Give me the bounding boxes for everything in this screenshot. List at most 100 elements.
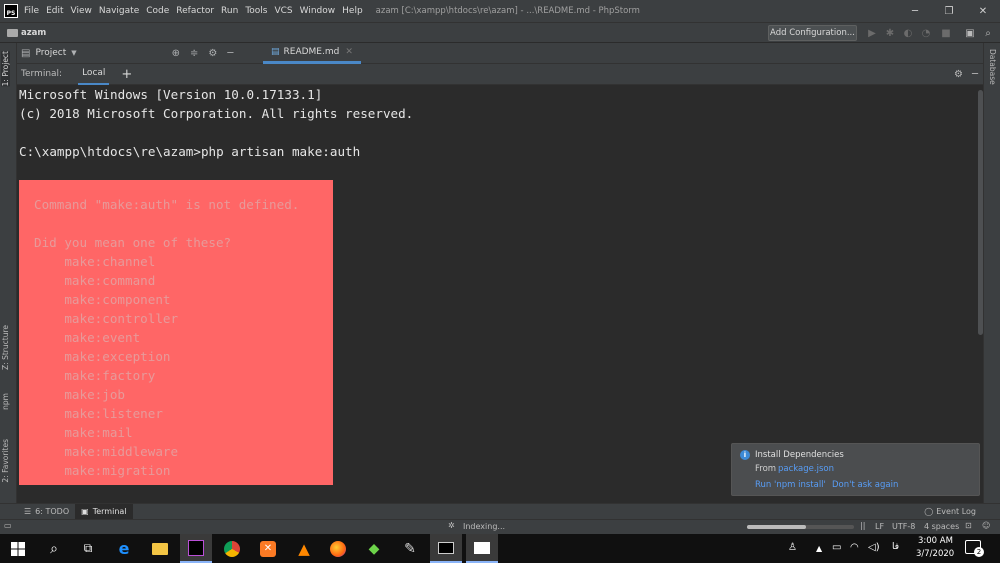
error-line: Did you mean one of these? [34, 235, 232, 250]
debug-icon[interactable]: ✱ [884, 27, 896, 39]
menu-refactor[interactable]: Refactor [176, 6, 214, 16]
tool-tab-structure[interactable]: Z: Structure [1, 325, 10, 370]
notification-title: Install Dependencies [755, 450, 844, 460]
spinner-icon: ✲ [448, 521, 455, 530]
clock-time[interactable]: 3:00 AM [918, 536, 953, 546]
close-button[interactable]: ✕ [966, 0, 1000, 22]
indent-setting[interactable]: 4 spaces [924, 522, 959, 531]
pause-icon[interactable]: || [860, 521, 865, 530]
indexing-progress-fill [747, 525, 806, 529]
terminal-label: Terminal [92, 507, 127, 516]
notification-from: From [755, 464, 777, 474]
menu-edit[interactable]: Edit [46, 6, 63, 16]
terminal-header: Terminal: Local + ⚙ ─ [17, 64, 983, 85]
terminal-scrollbar[interactable] [978, 90, 983, 335]
error-line: make:controller [34, 311, 179, 326]
error-line: make:job [34, 387, 125, 402]
search-everywhere-icon[interactable]: ⌕ [982, 27, 994, 39]
action-center-icon[interactable]: 2 [965, 540, 984, 557]
menu-run[interactable]: Run [221, 6, 238, 16]
xampp-icon[interactable]: ✕ [252, 534, 284, 563]
breadcrumb-project[interactable]: azam [21, 28, 46, 38]
coverage-icon[interactable]: ◐ [902, 27, 914, 39]
terminal-line: Microsoft Windows [Version 10.0.17133.1] [19, 87, 323, 102]
terminal-output[interactable]: Microsoft Windows [Version 10.0.17133.1]… [17, 85, 975, 503]
gear-icon[interactable]: ⚙ [954, 69, 963, 80]
profile-icon[interactable]: ◔ [920, 27, 932, 39]
minimize-button[interactable]: ─ [898, 0, 932, 22]
clock-date[interactable]: 3/7/2020 [916, 549, 954, 559]
package-json-link[interactable]: package.json [778, 464, 834, 474]
battery-icon[interactable]: ▭ [832, 542, 841, 553]
add-configuration-button[interactable]: Add Configuration... [768, 25, 857, 41]
run-icon[interactable]: ▶ [866, 27, 878, 39]
hide-icon[interactable]: ─ [972, 69, 978, 80]
status-bar: ▭ ✲ Indexing... || LF UTF-8 4 spaces ⊡ ☺ [0, 519, 1000, 534]
menu-tools[interactable]: Tools [245, 6, 267, 16]
chevron-down-icon[interactable]: ▼ [71, 49, 76, 57]
layout-icon[interactable]: ▭ [4, 521, 12, 530]
inspector-icon[interactable]: ☺ [982, 521, 990, 530]
gear-icon[interactable]: ⚙ [208, 48, 217, 59]
dont-ask-again-link[interactable]: Don't ask again [832, 480, 898, 490]
terminal-tab-local[interactable]: Local [78, 64, 110, 85]
search-icon[interactable]: ⌕ [38, 534, 70, 563]
windows-taskbar: ⌕ ⧉ e ✕ ▲ ◆ ✎ ♙ ▲ ▭ ◠ ◁) فا 3:00 AM 3/7/… [0, 534, 1000, 563]
tool-tab-todo[interactable]: ☰ 6: TODO [18, 504, 75, 520]
menu-navigate[interactable]: Navigate [99, 6, 139, 16]
menu-code[interactable]: Code [146, 6, 169, 16]
line-separator[interactable]: LF [875, 522, 884, 531]
file-explorer-icon[interactable] [144, 534, 176, 563]
run-npm-install-link[interactable]: Run 'npm install' [755, 480, 826, 490]
error-line: make:mail [34, 425, 133, 440]
terminal-tab-label: Local [82, 68, 106, 78]
firefox-icon[interactable] [322, 534, 354, 563]
chrome-icon[interactable] [216, 534, 248, 563]
language-indicator[interactable]: فا [892, 542, 899, 552]
event-log-button[interactable]: ◯ Event Log [918, 504, 982, 520]
tool-tab-project[interactable]: 1: Project [1, 51, 10, 87]
new-terminal-button[interactable]: + [121, 67, 132, 82]
windows-start-icon[interactable] [2, 534, 34, 563]
indexing-progress-bar [747, 525, 854, 529]
show-hidden-icons[interactable]: ▲ [816, 544, 822, 553]
hide-icon[interactable]: ─ [227, 48, 233, 59]
error-line: make:command [34, 273, 156, 288]
editor-tab-label: README.md [283, 47, 340, 57]
tool-tab-favorites[interactable]: 2: Favorites [1, 439, 10, 483]
menu-help[interactable]: Help [342, 6, 363, 16]
error-line: Command "make:auth" is not defined. [34, 197, 300, 212]
menu-view[interactable]: View [71, 6, 92, 16]
menu-vcs[interactable]: VCS [274, 6, 292, 16]
restore-button[interactable]: ❐ [932, 0, 966, 22]
tool-tab-npm[interactable]: npm [1, 393, 10, 410]
lock-icon[interactable]: ⊡ [965, 521, 972, 530]
volume-icon[interactable]: ◁) [868, 542, 880, 553]
tool-tab-database[interactable]: Database [988, 49, 997, 85]
stop-icon[interactable]: ■ [940, 27, 952, 39]
media-app-icon[interactable] [466, 534, 498, 563]
edge-browser-icon[interactable]: e [108, 534, 140, 563]
close-tab-icon[interactable]: ✕ [345, 47, 353, 57]
install-dependencies-notification: i Install Dependencies From package.json… [731, 443, 980, 496]
wifi-icon[interactable]: ◠ [850, 542, 859, 553]
vlc-icon[interactable]: ▲ [288, 534, 320, 563]
project-view-selector[interactable]: Project [35, 48, 66, 58]
colorful-app-icon[interactable]: ◆ [358, 534, 390, 563]
locate-icon[interactable]: ⊕ [172, 48, 180, 59]
menu-window[interactable]: Window [300, 6, 336, 16]
left-tool-stripe: 1: Project Z: Structure npm 2: Favorites [0, 43, 17, 503]
tool-app-icon[interactable]: ✎ [394, 534, 426, 563]
people-icon[interactable]: ♙ [788, 542, 797, 553]
file-encoding[interactable]: UTF-8 [892, 522, 915, 531]
command-prompt-icon[interactable] [430, 534, 462, 563]
phpstorm-taskbar-icon[interactable] [180, 534, 212, 563]
menu-file[interactable]: File [24, 6, 39, 16]
tab-readme[interactable]: ▤ README.md ✕ [263, 43, 361, 64]
info-icon: i [740, 450, 750, 460]
collapse-icon[interactable]: ≑ [190, 48, 198, 59]
event-log-icon: ◯ [924, 507, 934, 516]
tool-tab-terminal[interactable]: ▣ Terminal [75, 503, 133, 520]
task-view-icon[interactable]: ⧉ [72, 534, 104, 563]
project-structure-icon[interactable]: ▣ [964, 27, 976, 39]
